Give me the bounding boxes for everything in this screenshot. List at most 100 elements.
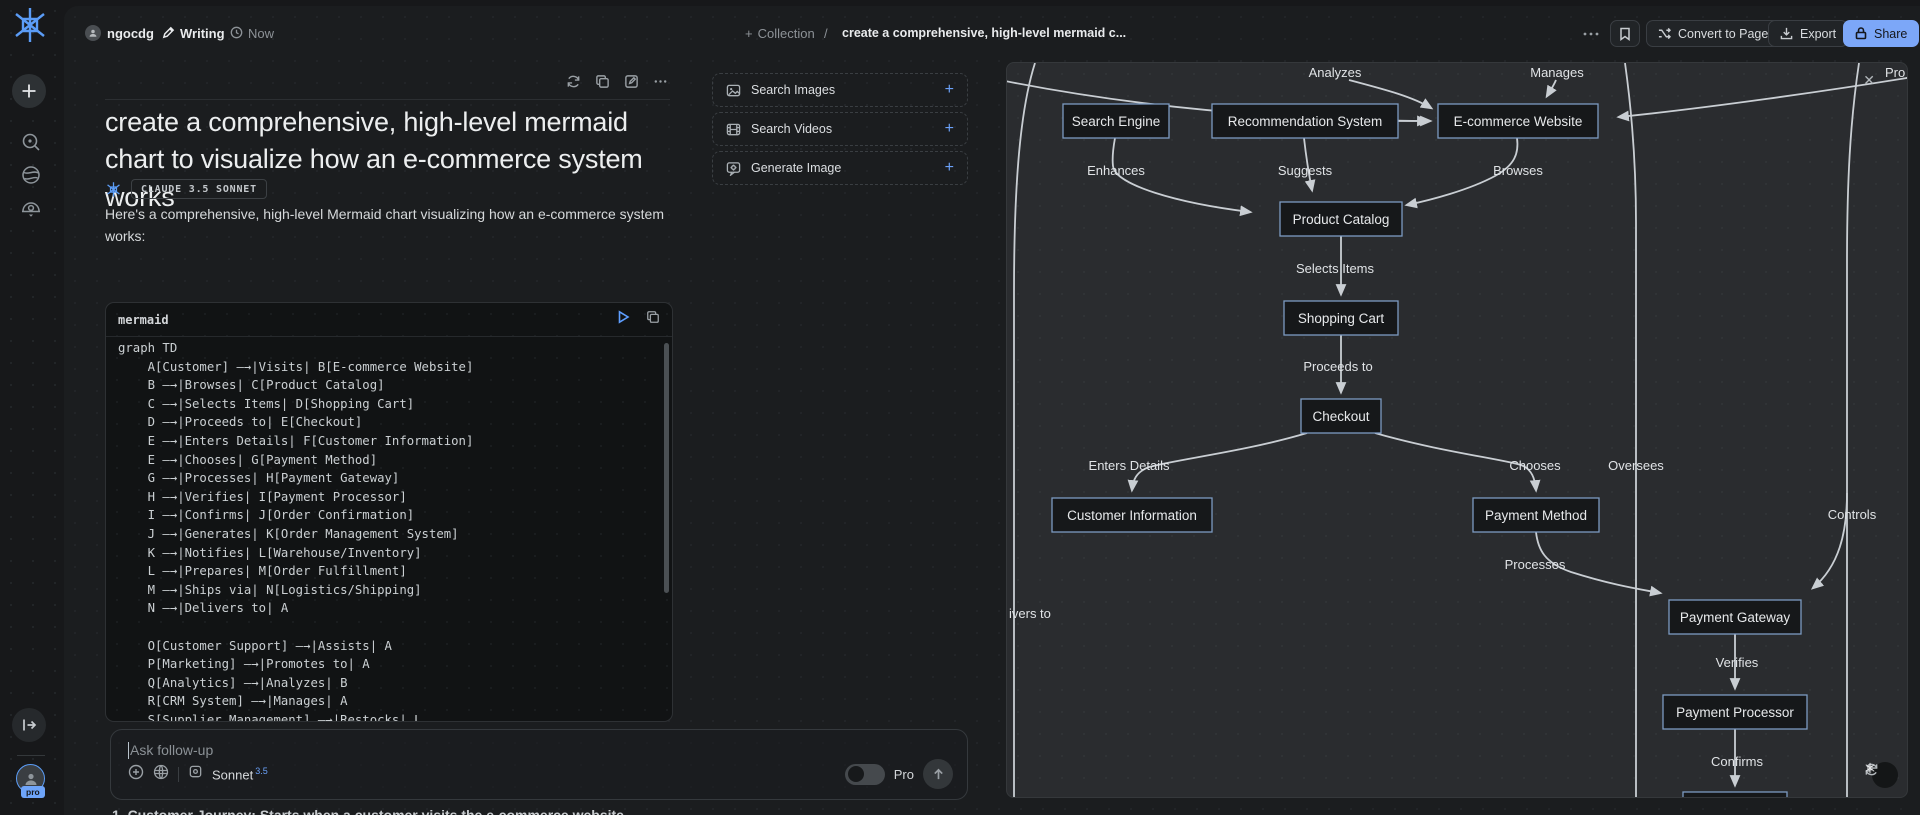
send-button[interactable] <box>923 759 953 789</box>
diagram-node-payment-method[interactable]: Payment Method <box>1472 497 1600 533</box>
composer-divider <box>178 766 179 782</box>
incognito-icon[interactable] <box>20 198 42 220</box>
model-badge: CLAUDE 3.5 SONNET <box>131 179 267 199</box>
add-generate-image-button[interactable]: + <box>945 159 954 177</box>
copy-message-icon[interactable] <box>595 74 610 94</box>
code-block: mermaid graph TD A[Customer] —→|Visits| … <box>105 302 673 722</box>
search-icon[interactable] <box>20 131 42 153</box>
ask-followup-input[interactable]: Ask follow-up <box>130 742 213 758</box>
code-line: B —→|Browses| C[Product Catalog] <box>118 378 385 393</box>
video-icon <box>726 123 741 135</box>
diagram-node-product-catalog[interactable]: Product Catalog <box>1279 201 1403 237</box>
pro-toggle[interactable] <box>844 763 885 785</box>
diagram-node-search-engine[interactable]: Search Engine <box>1062 103 1170 139</box>
diagram-node-shopping-cart[interactable]: Shopping Cart <box>1283 300 1399 336</box>
code-line: G —→|Processes| H[Payment Gateway] <box>118 471 400 486</box>
doc-type-label[interactable]: Writing <box>180 26 225 41</box>
mermaid-preview-panel: Search Engine Recommendation System E-co… <box>1006 62 1908 798</box>
edge-label-selects-items: Selects Items <box>1296 261 1375 276</box>
model-icon[interactable] <box>188 764 203 784</box>
export-button[interactable]: Export <box>1768 20 1849 47</box>
share-button[interactable]: Share <box>1843 20 1920 47</box>
sidebar-divider <box>17 755 45 756</box>
web-access-icon[interactable] <box>153 764 169 785</box>
more-message-icon[interactable] <box>653 74 668 94</box>
image-icon <box>726 84 741 96</box>
mermaid-diagram: Search Engine Recommendation System E-co… <box>1007 63 1907 797</box>
code-line: graph TD <box>118 341 178 355</box>
code-line: S[Supplier Management] —→|Restocks| L <box>118 712 422 721</box>
edit-icon[interactable] <box>624 74 639 94</box>
edge-label-enhances: Enhances <box>1087 163 1145 178</box>
breadcrumb-collection[interactable]: + Collection <box>745 26 815 41</box>
convert-to-page-button[interactable]: Convert to Page <box>1646 20 1781 47</box>
text-cursor <box>128 742 129 759</box>
edge-label-verifies: Verifies <box>1716 655 1759 670</box>
plus-icon: + <box>745 26 753 41</box>
svg-text:Payment Method: Payment Method <box>1485 508 1587 523</box>
workspace-name[interactable]: ngocdg <box>107 26 154 41</box>
discover-globe-icon[interactable] <box>20 164 42 186</box>
edge-label-enters-details: Enters Details <box>1089 458 1170 473</box>
code-line: E —→|Chooses| G[Payment Method] <box>118 452 378 467</box>
more-options-button[interactable] <box>1583 30 1599 38</box>
svg-text:Shopping Cart: Shopping Cart <box>1298 311 1385 326</box>
search-videos-row[interactable]: Search Videos + <box>712 112 968 146</box>
attach-icon[interactable] <box>128 764 144 785</box>
app-window: pro ngocdg Writing Now + Collection / cr… <box>0 0 1920 815</box>
code-block-header: mermaid <box>106 303 672 337</box>
run-code-icon[interactable] <box>617 310 630 329</box>
assistant-intro-text: Here's a comprehensive, high-level Merma… <box>105 206 665 244</box>
svg-text:Payment Gateway: Payment Gateway <box>1680 610 1791 625</box>
diagram-node-recommendation-system[interactable]: Recommendation System <box>1211 103 1399 139</box>
diagram-node-customer-information[interactable]: Customer Information <box>1051 497 1213 533</box>
edge-label-analyzes: Analyzes <box>1309 65 1362 80</box>
edge-label-promotes-clipped: Pro <box>1885 65 1905 80</box>
diagram-node-payment-processor[interactable]: Payment Processor <box>1662 694 1808 730</box>
plan-badge: pro <box>21 786 45 798</box>
model-selector[interactable]: Sonnet 3.5 <box>212 766 268 782</box>
toggle-knob <box>847 766 864 782</box>
add-search-images-button[interactable]: + <box>945 81 954 99</box>
diagram-node-ecommerce-website[interactable]: E-commerce Website <box>1437 103 1599 139</box>
diagram-node-checkout[interactable]: Checkout <box>1300 398 1382 434</box>
regenerate-icon[interactable] <box>566 74 581 94</box>
edge-delivers-to <box>1013 63 1036 797</box>
breadcrumb-title[interactable]: create a comprehensive, high-level merma… <box>842 26 1126 40</box>
code-line: K —→|Notifies| L[Warehouse/Inventory] <box>118 545 422 560</box>
code-line: L —→|Prepares| M[Order Fulfillment] <box>118 564 407 579</box>
edge-label-controls: Controls <box>1828 507 1877 522</box>
code-content[interactable]: graph TD A[Customer] —→|Visits| B[E-comm… <box>118 341 658 721</box>
breadcrumb-separator: / <box>824 26 828 41</box>
search-images-label: Search Images <box>751 83 836 97</box>
edge-label-suggests: Suggests <box>1278 163 1333 178</box>
code-line: M —→|Ships via| N[Logistics/Shipping] <box>118 582 422 597</box>
svg-text:Recommendation System: Recommendation System <box>1228 114 1383 129</box>
code-line: H —→|Verifies| I[Payment Processor] <box>118 489 407 504</box>
message-actions <box>566 74 668 94</box>
copy-code-icon[interactable] <box>646 310 660 329</box>
generate-image-row[interactable]: Generate Image + <box>712 151 968 185</box>
new-thread-button[interactable] <box>12 74 46 108</box>
diagram-node-clipped <box>1682 791 1788 797</box>
expand-sidebar-button[interactable] <box>12 708 46 742</box>
app-logo-icon[interactable] <box>10 5 50 45</box>
composer: Ask follow-up Sonnet 3.5 Pro <box>110 729 968 800</box>
diagram-node-payment-gateway[interactable]: Payment Gateway <box>1668 599 1802 635</box>
code-line: Q[Analytics] —→|Analyzes| B <box>118 675 348 690</box>
search-images-row[interactable]: Search Images + <box>712 73 968 107</box>
code-line: J —→|Generates| K[Order Management Syste… <box>118 526 459 541</box>
code-scrollbar[interactable] <box>664 343 669 593</box>
edge-label-processes: Processes <box>1505 557 1566 572</box>
edge-label-manages: Manages <box>1530 65 1584 80</box>
bookmark-button[interactable] <box>1610 20 1640 47</box>
close-preview-icon[interactable]: ✕ <box>1863 72 1875 89</box>
pro-label: Pro <box>893 766 914 782</box>
edge-controls <box>1846 63 1860 797</box>
code-language-label: mermaid <box>118 312 169 327</box>
add-search-videos-button[interactable]: + <box>945 120 954 138</box>
generate-image-icon <box>726 161 741 176</box>
generate-image-label: Generate Image <box>751 161 842 175</box>
edge-label-proceeds-to: Proceeds to <box>1303 359 1372 374</box>
